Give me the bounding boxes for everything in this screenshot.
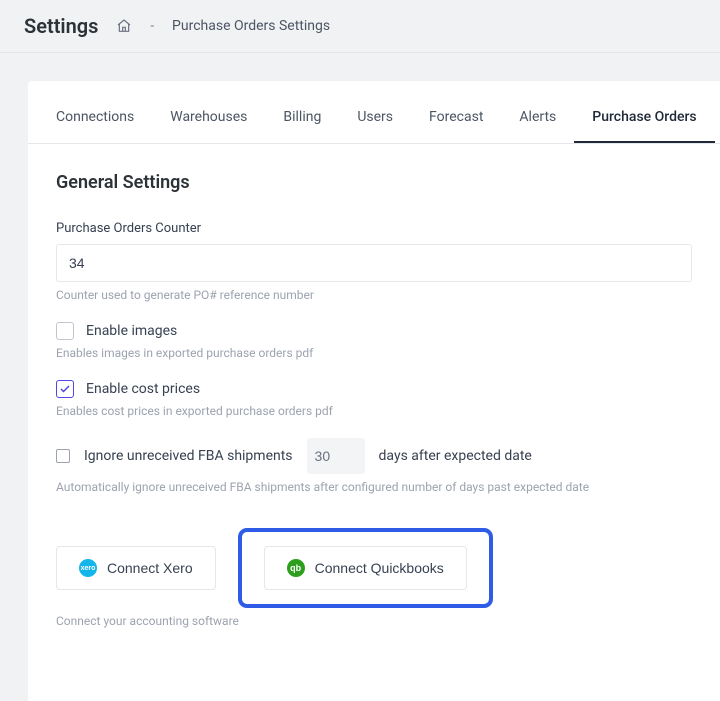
quickbooks-highlight: qb Connect Quickbooks: [238, 528, 493, 608]
ignore-fba-label-before: Ignore unreceived FBA shipments: [84, 448, 293, 464]
tab-users[interactable]: Users: [339, 81, 411, 143]
ignore-fba-days-input[interactable]: [307, 438, 365, 474]
tabs-bar: Connections Warehouses Billing Users For…: [28, 81, 720, 144]
tab-alerts[interactable]: Alerts: [501, 81, 574, 143]
connect-buttons-row: xero Connect Xero qb Connect Quickbooks: [56, 528, 692, 608]
connect-quickbooks-button[interactable]: qb Connect Quickbooks: [264, 546, 467, 590]
tab-billing[interactable]: Billing: [265, 81, 339, 143]
panel-body: General Settings Purchase Orders Counter…: [28, 144, 720, 676]
home-icon[interactable]: [116, 18, 132, 34]
content-wrapper: Connections Warehouses Billing Users For…: [0, 53, 720, 701]
connect-xero-button[interactable]: xero Connect Xero: [56, 546, 216, 590]
page-header: Settings - Purchase Orders Settings: [0, 0, 720, 53]
page-title: Settings: [24, 14, 98, 38]
ignore-fba-row: Ignore unreceived FBA shipments days aft…: [56, 438, 692, 474]
enable-images-label: Enable images: [86, 323, 177, 339]
tab-warehouses[interactable]: Warehouses: [152, 81, 265, 143]
ignore-fba-checkbox[interactable]: [56, 449, 70, 463]
counter-input[interactable]: [56, 244, 692, 282]
counter-helper: Counter used to generate PO# reference n…: [56, 288, 692, 302]
enable-images-helper: Enables images in exported purchase orde…: [56, 346, 692, 360]
enable-images-checkbox[interactable]: [56, 322, 74, 340]
settings-panel: Connections Warehouses Billing Users For…: [28, 81, 720, 701]
enable-cost-label: Enable cost prices: [86, 381, 200, 397]
connect-xero-label: Connect Xero: [107, 560, 193, 576]
ignore-fba-label-after: days after expected date: [379, 448, 532, 464]
ignore-fba-helper: Automatically ignore unreceived FBA ship…: [56, 480, 692, 494]
enable-cost-row: Enable cost prices: [56, 380, 692, 398]
tab-connections[interactable]: Connections: [56, 81, 152, 143]
enable-cost-checkbox[interactable]: [56, 380, 74, 398]
tab-purchase-orders[interactable]: Purchase Orders: [574, 81, 714, 143]
quickbooks-icon: qb: [287, 559, 305, 577]
enable-images-row: Enable images: [56, 322, 692, 340]
tab-forecast[interactable]: Forecast: [411, 81, 501, 143]
connect-helper: Connect your accounting software: [56, 614, 692, 628]
connect-quickbooks-label: Connect Quickbooks: [315, 560, 444, 576]
breadcrumb-current: Purchase Orders Settings: [172, 18, 330, 34]
xero-icon: xero: [79, 559, 97, 577]
enable-cost-helper: Enables cost prices in exported purchase…: [56, 404, 692, 418]
breadcrumb-separator: -: [150, 19, 154, 34]
section-title: General Settings: [56, 172, 692, 193]
counter-label: Purchase Orders Counter: [56, 221, 692, 236]
